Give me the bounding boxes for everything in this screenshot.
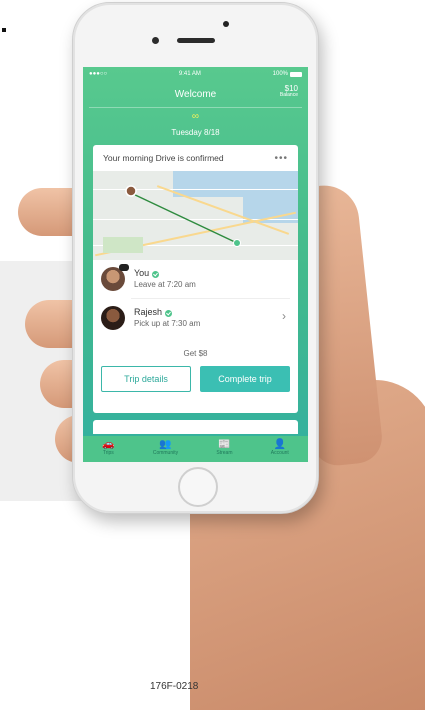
route-map[interactable]: [93, 171, 298, 260]
people-icon: 👥: [159, 439, 172, 450]
phone-device: ●●●○○ 9:41 AM 100% Welcome $10 Balance ∞…: [72, 2, 319, 514]
driver-pin: [125, 185, 137, 197]
user-icon: 👤: [273, 439, 287, 450]
avatar: [101, 306, 125, 330]
app-screen: ●●●○○ 9:41 AM 100% Welcome $10 Balance ∞…: [83, 67, 308, 462]
battery-icon: [290, 71, 302, 77]
balance-display[interactable]: $10 Balance: [280, 85, 298, 98]
tab-label: Stream: [216, 450, 233, 456]
app-header: Welcome $10 Balance: [83, 81, 308, 107]
tab-label: Community: [152, 450, 179, 456]
verified-icon: [152, 270, 160, 278]
tab-label: Trips: [102, 450, 114, 456]
page-title: Welcome: [174, 88, 217, 100]
signal-indicator: ●●●○○: [89, 71, 108, 77]
trip-details-button[interactable]: Trip details: [101, 366, 191, 392]
date-label: Tuesday 8/18: [171, 128, 220, 137]
trip-card: Your morning Drive is confirmed ••• You …: [93, 145, 298, 413]
rider-row[interactable]: Rajesh Pick up at 7:30 am ›: [93, 299, 298, 337]
car-badge-icon: [119, 264, 129, 271]
tab-community[interactable]: 👥 Community: [153, 436, 178, 456]
driver-row[interactable]: You Leave at 7:20 am: [93, 260, 298, 298]
date-section: ∞ Tuesday 8/18: [83, 108, 308, 138]
balance-label: Balance: [279, 92, 298, 98]
card-title: Your morning Drive is confirmed: [103, 153, 224, 163]
camera-dot: [223, 21, 229, 27]
infinity-icon: ∞: [191, 111, 200, 122]
driver-detail: Leave at 7:20 am: [134, 279, 196, 289]
card-header: Your morning Drive is confirmed •••: [93, 145, 298, 171]
corner-mark: [2, 28, 6, 32]
complete-trip-button[interactable]: Complete trip: [200, 366, 290, 392]
verified-icon: [165, 309, 173, 317]
status-time: 9:41 AM: [178, 71, 201, 77]
home-button[interactable]: [178, 467, 218, 507]
newspaper-icon: 📰: [218, 439, 231, 450]
rider-name-row: Rajesh: [134, 307, 200, 318]
rider-name: Rajesh: [134, 307, 163, 318]
tab-stream[interactable]: 📰 Stream: [216, 436, 232, 456]
rider-info: Rajesh Pick up at 7:30 am: [134, 307, 200, 328]
driver-name-row: You: [134, 268, 196, 279]
image-caption: 176F-0218: [150, 681, 199, 692]
more-options-icon[interactable]: •••: [274, 153, 288, 164]
speaker-grille: [177, 38, 215, 43]
battery-percent: 100%: [272, 71, 288, 77]
driver-name: You: [134, 268, 150, 279]
tab-bar: 🚗 Trips 👥 Community 📰 Stream 👤 Account: [83, 436, 308, 462]
tab-trips[interactable]: 🚗 Trips: [102, 436, 114, 456]
chevron-right-icon[interactable]: ›: [282, 309, 286, 323]
car-icon: 🚗: [102, 439, 115, 450]
earnings-text: Get $8: [183, 349, 208, 358]
next-card-peek: [93, 420, 298, 434]
driver-info: You Leave at 7:20 am: [134, 268, 196, 289]
tab-account[interactable]: 👤 Account: [271, 436, 289, 456]
tab-label: Account: [270, 450, 289, 456]
route-line: [125, 185, 241, 247]
destination-pin: [233, 239, 241, 247]
action-buttons: Trip details Complete trip: [93, 366, 298, 392]
front-camera: [152, 37, 159, 44]
battery-status: 100%: [273, 71, 302, 77]
rider-detail: Pick up at 7:30 am: [134, 318, 201, 328]
status-bar: ●●●○○ 9:41 AM 100%: [83, 67, 308, 81]
